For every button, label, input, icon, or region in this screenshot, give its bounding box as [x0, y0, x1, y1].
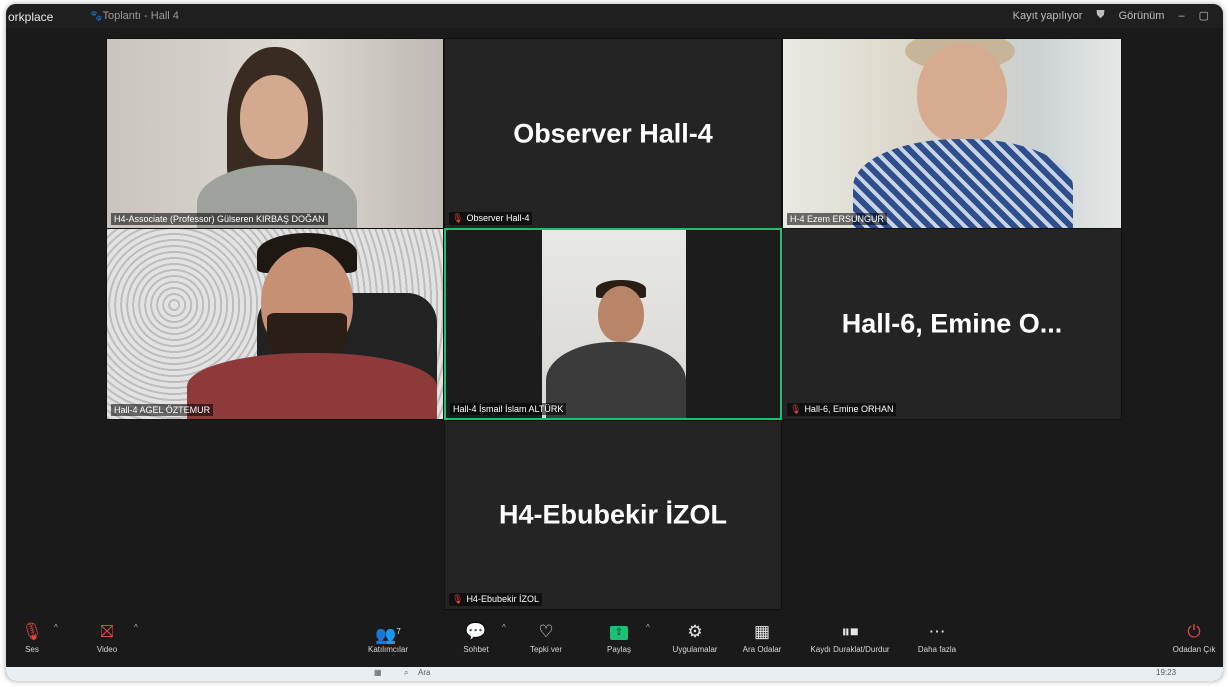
camera-feed [783, 39, 1121, 228]
participant-video [542, 280, 686, 418]
clock: 19:23 [1156, 668, 1177, 677]
share-button[interactable]: ⇧ Paylaş [602, 617, 636, 667]
title-bar-status: Kayıt yapılıyor ⛊ Görünüm – ▢ [1013, 9, 1209, 22]
video-label: Video [96, 645, 118, 654]
app-title: orkplace [8, 10, 54, 24]
search-box[interactable]: Ara [418, 668, 430, 677]
video-tile-active-speaker[interactable]: Hall-4 İsmail İslam ALTÜRK [444, 228, 782, 420]
participant-display-name: Hall-6, Emine O... [841, 308, 1063, 339]
participant-name: Hall-4 AGEL ÖZTEMUR [111, 404, 214, 416]
breakout-label: Ara Odalar [742, 645, 782, 654]
participants-label: Katılımcılar [367, 645, 408, 654]
react-label: Tepki ver [529, 645, 562, 654]
view-button[interactable]: Görünüm [1119, 10, 1165, 22]
more-icon: ⋯ [928, 622, 946, 641]
os-taskbar: ▦ ⌕ Ara 19:23 [6, 667, 1223, 681]
leave-icon: ⏻ [1187, 622, 1201, 641]
participant-name: H4-Associate (Professor) Gülseren KIRBAŞ… [111, 213, 328, 225]
participants-count: 7 [396, 627, 401, 636]
mic-muted-icon: 🎙 [452, 213, 464, 223]
participant-video [853, 39, 1073, 228]
meeting-title: Toplantı - Hall 4 [90, 10, 178, 22]
participant-display-name: H4-Ebubekir İZOL [498, 499, 728, 530]
camera-feed [542, 230, 686, 418]
breakout-button[interactable]: ▦ Ara Odalar [736, 617, 788, 667]
video-tile[interactable]: Hall-6, Emine O... 🎙 Hall-6, Emine ORHAN [782, 228, 1122, 420]
video-off-icon: ⛝ [100, 622, 114, 641]
video-tile[interactable]: Hall-4 AGEL ÖZTEMUR [106, 228, 444, 420]
participant-name-label: 🎙 Observer Hall-4 [449, 212, 533, 225]
start-icon[interactable]: ▦ [374, 668, 382, 677]
participant-video [187, 47, 367, 228]
leave-label: Odadan Çık [1172, 645, 1216, 654]
heart-icon: ♡ [538, 622, 554, 641]
apps-button[interactable]: ⚙ Uygulamalar [666, 617, 724, 667]
participant-name: Hall-4 İsmail İslam ALTÜRK [450, 403, 567, 415]
apps-label: Uygulamalar [672, 645, 718, 654]
leave-button[interactable]: ⏻ Odadan Çık [1172, 617, 1216, 667]
participant-name: Hall-6, Emine ORHAN [804, 404, 894, 414]
video-tile[interactable]: H-4 Ezem ERSUNGUR [782, 38, 1122, 229]
video-options-caret[interactable]: ^ [134, 623, 138, 632]
mic-muted-icon: 🎙 [790, 404, 802, 414]
camera-feed [107, 39, 443, 228]
react-button[interactable]: ♡ Tepki ver [526, 617, 566, 667]
video-tile[interactable]: H4-Ebubekir İZOL 🎙 H4-Ebubekir İZOL [444, 420, 782, 610]
mic-muted-icon: 🎙 [452, 594, 464, 604]
more-label: Daha fazla [917, 645, 957, 654]
meeting-controls: 🎙 Ses ^ ⛝ Video ^ 👥7 Katılımcılar 💬 Sohb… [6, 617, 1223, 667]
shield-icon[interactable]: ⛊ [1096, 9, 1104, 22]
minimize-icon[interactable]: – [1178, 10, 1184, 22]
camera-feed [107, 229, 443, 419]
participant-name: H4-Ebubekir İZOL [466, 594, 539, 604]
maximize-icon[interactable]: ▢ [1199, 9, 1209, 22]
participant-name: Observer Hall-4 [466, 213, 530, 223]
more-button[interactable]: ⋯ Daha fazla [914, 617, 960, 667]
participant-video [187, 233, 437, 419]
mic-muted-icon: 🎙 [21, 622, 43, 641]
audio-label: Ses [25, 645, 39, 654]
video-button[interactable]: ⛝ Video [92, 617, 122, 667]
participant-name: H-4 Ezem ERSUNGUR [787, 213, 888, 225]
participants-icon: 👥7 [375, 625, 401, 645]
record-button[interactable]: ⏸⏹ Kaydı Duraklat/Durdur [800, 617, 900, 667]
breakout-icon: ▦ [753, 622, 771, 641]
chat-icon: 💬 [465, 622, 487, 641]
record-pause-stop-icon: ⏸⏹ [841, 622, 859, 641]
participants-button[interactable]: 👥7 Katılımcılar [360, 617, 416, 667]
participant-name-label: 🎙 H4-Ebubekir İZOL [449, 593, 542, 606]
chat-options-caret[interactable]: ^ [502, 623, 506, 632]
recording-status: Kayıt yapılıyor [1012, 9, 1083, 22]
participant-name-label: 🎙 Hall-6, Emine ORHAN [787, 403, 897, 416]
participant-display-name: Observer Hall-4 [513, 118, 713, 148]
search-icon[interactable]: ⌕ [404, 668, 408, 678]
chat-label: Sohbet [463, 645, 489, 654]
audio-button[interactable]: 🎙 Ses [20, 617, 44, 667]
title-bar: orkplace Toplantı - Hall 4 Kayıt yapılıy… [6, 4, 1223, 28]
apps-icon: ⚙ [687, 622, 703, 641]
record-label: Kaydı Duraklat/Durdur [810, 645, 890, 654]
chat-button[interactable]: 💬 Sohbet [458, 617, 494, 667]
share-label: Paylaş [606, 645, 631, 654]
audio-options-caret[interactable]: ^ [54, 623, 58, 632]
meeting-window: orkplace Toplantı - Hall 4 Kayıt yapılıy… [6, 4, 1223, 681]
share-icon: ⇧ [602, 617, 636, 645]
share-options-caret[interactable]: ^ [646, 623, 650, 632]
video-tile[interactable]: Observer Hall-4 🎙 Observer Hall-4 [444, 38, 782, 229]
video-tile[interactable]: H4-Associate (Professor) Gülseren KIRBAŞ… [106, 38, 444, 229]
